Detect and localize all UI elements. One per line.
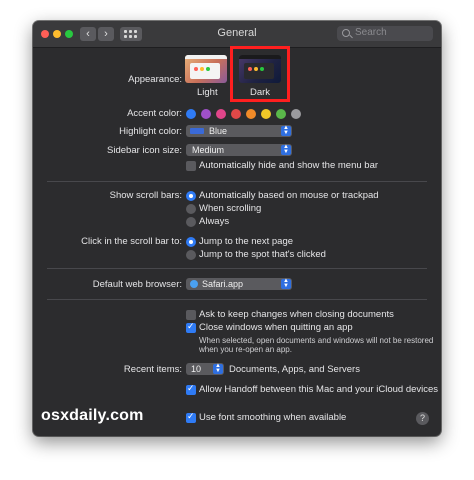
preferences-window: ‹ › General Search Appearance: Light Dar… bbox=[33, 21, 441, 436]
recent-items-value: 10 bbox=[191, 364, 202, 374]
chevron-updown-icon: ▲ ▼ bbox=[281, 144, 291, 155]
menu-bar-label: Automatically hide and show the menu bar bbox=[199, 160, 379, 171]
default-browser-label: Default web browser: bbox=[92, 279, 182, 290]
handoff-label: Allow Handoff between this Mac and your … bbox=[199, 384, 439, 395]
accent-color-green[interactable] bbox=[276, 109, 286, 119]
accent-color-red[interactable] bbox=[231, 109, 241, 119]
search-field[interactable]: Search bbox=[337, 26, 433, 41]
highlight-swatch bbox=[190, 128, 204, 134]
scroll-bars-auto-label: Automatically based on mouse or trackpad bbox=[199, 190, 379, 201]
close-windows-checkbox[interactable] bbox=[186, 321, 196, 333]
chevron-updown-icon: ▲ ▼ bbox=[281, 125, 291, 136]
menu-bar-checkbox[interactable] bbox=[186, 161, 196, 171]
divider bbox=[47, 299, 427, 300]
ask-keep-changes-checkbox[interactable] bbox=[186, 310, 196, 320]
recent-items-popup[interactable]: 10 ▲ ▼ bbox=[186, 363, 224, 375]
scroll-bars-always-label: Always bbox=[199, 216, 230, 227]
highlight-color-popup[interactable]: Blue ▲ ▼ bbox=[186, 125, 292, 137]
sidebar-icon-size-popup[interactable]: Medium ▲ ▼ bbox=[186, 144, 292, 156]
sidebar-icon-size-value: Medium bbox=[192, 145, 225, 155]
close-windows-label: Close windows when quitting an app bbox=[199, 322, 353, 333]
scroll-bars-when-scrolling-label: When scrolling bbox=[199, 203, 262, 214]
accent-color-purple[interactable] bbox=[201, 109, 211, 119]
divider bbox=[47, 181, 427, 182]
safari-icon bbox=[190, 280, 198, 288]
appearance-light-thumbnail[interactable] bbox=[185, 55, 227, 83]
title-bar: ‹ › General Search bbox=[33, 21, 441, 48]
click-scroll-label: Click in the scroll bar to: bbox=[81, 236, 182, 247]
accent-color-pink[interactable] bbox=[216, 109, 226, 119]
sidebar-icon-size-label: Sidebar icon size: bbox=[107, 145, 182, 156]
click-scroll-next-page-radio[interactable] bbox=[186, 237, 196, 247]
accent-color-orange[interactable] bbox=[246, 109, 256, 119]
default-browser-popup[interactable]: Safari.app ▲ ▼ bbox=[186, 278, 292, 290]
font-smoothing-label: Use font smoothing when available bbox=[199, 412, 347, 423]
handoff-checkbox[interactable] bbox=[186, 383, 196, 395]
scroll-bars-label: Show scroll bars: bbox=[109, 190, 182, 201]
search-placeholder: Search bbox=[355, 27, 387, 38]
click-scroll-spot-label: Jump to the spot that's clicked bbox=[199, 249, 326, 260]
scroll-bars-when-scrolling-radio[interactable] bbox=[186, 204, 196, 214]
font-smoothing-checkbox[interactable] bbox=[186, 411, 196, 423]
appearance-label: Appearance: bbox=[128, 74, 182, 85]
accent-color-yellow[interactable] bbox=[261, 109, 271, 119]
scroll-bars-auto-radio[interactable] bbox=[186, 191, 196, 201]
scroll-bars-always-radio[interactable] bbox=[186, 217, 196, 227]
chevron-updown-icon: ▲ ▼ bbox=[281, 278, 291, 289]
divider bbox=[47, 268, 427, 269]
click-scroll-spot-radio[interactable] bbox=[186, 250, 196, 260]
default-browser-value: Safari.app bbox=[202, 279, 244, 289]
accent-color-graphite[interactable] bbox=[291, 109, 301, 119]
help-button[interactable]: ? bbox=[416, 412, 429, 425]
recent-items-suffix: Documents, Apps, and Servers bbox=[229, 364, 360, 375]
accent-color-multicolor[interactable] bbox=[186, 109, 196, 119]
selection-highlight-box bbox=[230, 46, 290, 102]
search-icon bbox=[342, 29, 350, 37]
chevron-updown-icon: ▲ ▼ bbox=[213, 363, 223, 374]
highlight-color-label: Highlight color: bbox=[119, 126, 182, 137]
click-scroll-next-page-label: Jump to the next page bbox=[199, 236, 294, 247]
ask-keep-changes-label: Ask to keep changes when closing documen… bbox=[199, 309, 394, 320]
close-windows-note-line2: when you re-open an app. bbox=[199, 345, 292, 354]
highlight-color-value: Blue bbox=[209, 126, 228, 136]
accent-color-label: Accent color: bbox=[127, 108, 182, 119]
appearance-light-label: Light bbox=[197, 87, 218, 98]
recent-items-label: Recent items: bbox=[123, 364, 182, 375]
watermark-text: osxdaily.com bbox=[41, 407, 144, 424]
